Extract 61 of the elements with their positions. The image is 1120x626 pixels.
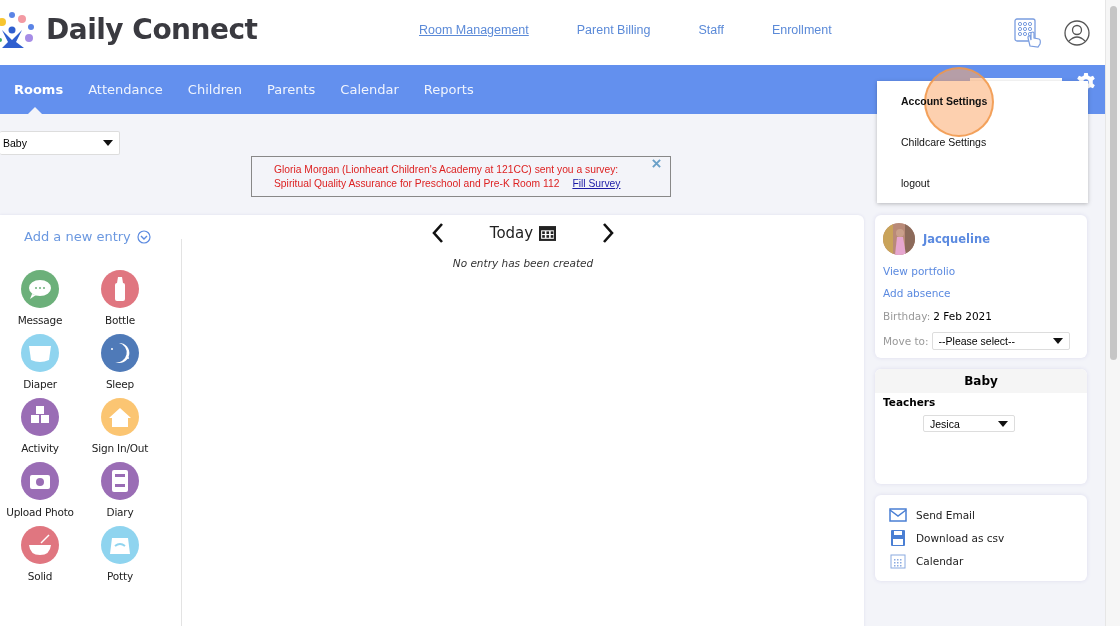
activity-entry-icon[interactable] (21, 398, 59, 436)
bottle-entry-icon[interactable] (101, 270, 139, 308)
entry-label: Activity (21, 442, 59, 454)
action-link[interactable]: Calendar (916, 555, 964, 567)
birthday-label: Birthday: (883, 310, 931, 322)
message-entry-icon[interactable] (21, 270, 59, 308)
caret-icon[interactable] (1052, 338, 1063, 344)
nav-tab[interactable]: Attendance (77, 65, 174, 114)
chevron-down-icon[interactable] (136, 229, 151, 244)
move-to-label: Move to: (883, 335, 929, 347)
entry-label: Potty (107, 570, 133, 582)
photo-entry-icon[interactable] (21, 462, 59, 500)
top-nav-link[interactable]: Staff (698, 22, 724, 37)
previous-day-icon[interactable] (431, 223, 444, 243)
entry-label: Message (17, 314, 63, 326)
diary-entry-icon[interactable] (101, 462, 139, 500)
fill-survey-link[interactable]: Fill Survey (572, 178, 621, 189)
user-avatar-icon[interactable] (1064, 19, 1090, 46)
top-nav-link[interactable]: Enrollment (771, 22, 832, 37)
entry-label: Diaper (23, 378, 57, 390)
menu-item[interactable]: Childcare Settings (895, 132, 993, 152)
notice-text: Gloria Morgan (Lionheart Children's Academy at 121CC) sent you a survey: (274, 164, 619, 175)
nav-tab[interactable]: Calendar (329, 65, 410, 114)
add-entry-button[interactable]: Add a new entry (20, 227, 155, 246)
child-action-link[interactable]: View portfolio (883, 265, 956, 277)
entry-label: Sleep (105, 378, 135, 390)
caret-icon[interactable] (103, 140, 113, 146)
top-nav-link[interactable]: Parent Billing (576, 22, 651, 37)
nav-tab[interactable]: Parents (255, 65, 327, 114)
brand-name: Daily Connect (46, 13, 258, 46)
calendar-icon[interactable] (539, 225, 557, 241)
teacher-select[interactable]: Jesica (923, 415, 1015, 432)
entry-label: Upload Photo (6, 506, 74, 518)
entry-label: Diary (106, 506, 134, 518)
action-link[interactable]: Send Email (916, 509, 975, 521)
entry-label: Sign In/Out (91, 442, 149, 454)
entry-label: Solid (27, 570, 53, 582)
room-select[interactable]: Baby (0, 131, 120, 155)
nav-tab[interactable]: Children (176, 65, 253, 114)
keypad-icon[interactable] (1014, 17, 1042, 48)
solid-entry-icon[interactable] (21, 526, 59, 564)
birthday-value: 2 Feb 2021 (933, 310, 992, 322)
close-icon[interactable] (652, 159, 661, 168)
sleep-entry-icon[interactable] (101, 334, 139, 372)
empty-message: No entry has been created (452, 257, 594, 269)
nav-tab[interactable]: Reports (412, 65, 485, 114)
action-link[interactable]: Download as csv (916, 532, 1005, 544)
child-name-link[interactable]: Jacqueline (923, 232, 990, 246)
menu-item[interactable]: logout (895, 172, 936, 193)
envelope-icon[interactable] (889, 507, 907, 523)
top-nav-link[interactable]: Room Management (419, 22, 529, 37)
next-day-icon[interactable] (602, 223, 615, 243)
room-title: Baby (875, 369, 1087, 393)
teachers-label: Teachers (883, 396, 936, 408)
entry-label: Bottle (104, 314, 135, 326)
child-action-link[interactable]: Add absence (883, 287, 951, 299)
move-to-select[interactable]: --Please select-- (931, 332, 1070, 350)
notice-text: Spiritual Quality Assurance for Preschool and Pre-K Room 112 (274, 178, 560, 189)
day-label: Today (489, 224, 534, 242)
nav-tab[interactable]: Rooms (14, 65, 75, 114)
caret-icon[interactable] (998, 420, 1008, 427)
